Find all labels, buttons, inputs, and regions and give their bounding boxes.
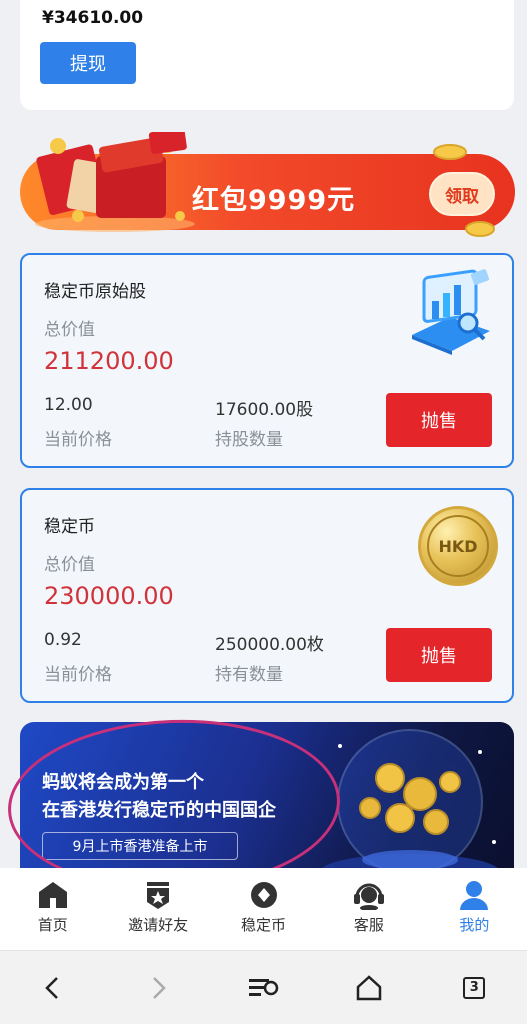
tab-label: 客服 [353,916,384,934]
holding-card-stablecoin: 稳定币 总价值 230000.00 0.92 当前价格 250000.00枚 持… [20,488,514,703]
menu-icon [249,978,279,996]
holding-quantity: 17600.00股 [215,400,314,420]
tab-label: 首页 [37,916,68,934]
banner-title: 红包9999元 [192,185,356,216]
holding-card-original-shares: 稳定币原始股 总价值 211200.00 12.00 当前价格 17600.00… [20,253,514,468]
total-value: 211200.00 [44,347,174,375]
tab-stablecoin[interactable]: 稳定币 [211,868,316,950]
total-value: 230000.00 [44,582,174,610]
headset-icon [353,883,384,910]
coin-icon [433,144,467,160]
forward-button[interactable] [138,968,178,1008]
back-button[interactable] [33,968,73,1008]
hkd-coin-inner: HKD [427,515,489,577]
tab-mine[interactable]: 我的 [422,868,527,950]
current-price: 0.92 [44,630,82,650]
current-price: 12.00 [44,395,93,415]
total-value-label: 总价值 [44,555,95,575]
tab-label: 邀请好友 [128,916,189,934]
bottom-tabbar: 首页 邀请好友 稳定币 客服 我的 [0,868,527,950]
user-icon [460,881,489,910]
crystal-ball-coins-icon [320,729,500,887]
tabs-button[interactable]: 3 [454,968,494,1008]
home-button[interactable] [349,968,389,1008]
current-price-label: 当前价格 [44,430,112,450]
red-envelope-icon [35,132,195,232]
home-icon [38,882,67,908]
tab-invite[interactable]: 邀请好友 [105,868,210,950]
claim-button[interactable]: 领取 [429,172,495,216]
sell-button[interactable]: 抛售 [386,628,492,682]
tab-home[interactable]: 首页 [0,868,105,950]
balance-amount: ¥34610.00 [42,8,144,28]
holding-title: 稳定币原始股 [44,282,146,302]
withdraw-button[interactable]: 提现 [40,42,136,84]
tab-service[interactable]: 客服 [316,868,421,950]
house-outline-icon [356,974,382,1000]
coin-diamond-icon [250,882,277,908]
holding-quantity-label: 持股数量 [215,430,283,450]
tab-count-box: 3 [463,976,486,999]
coin-icon [465,221,495,237]
tab-label: 稳定币 [241,916,287,934]
current-price-label: 当前价格 [44,665,112,685]
sell-button[interactable]: 抛售 [386,393,492,447]
total-value-label: 总价值 [44,320,95,340]
menu-button[interactable] [243,968,283,1008]
tab-label: 我的 [459,916,490,934]
holding-quantity-label: 持有数量 [215,665,283,685]
chevron-right-icon [153,976,166,999]
invite-badge-icon [147,882,170,909]
balance-card: ¥34610.00 提现 [20,0,514,110]
browser-navbar: 3 [0,950,527,1024]
chart-monitor-icon [412,269,490,355]
chevron-left-icon [44,976,58,999]
holding-quantity: 250000.00枚 [215,635,324,655]
redpacket-banner[interactable]: 红包9999元 领取 [20,132,515,240]
holding-title: 稳定币 [44,517,95,537]
hkd-coin-icon: HKD [418,506,498,586]
